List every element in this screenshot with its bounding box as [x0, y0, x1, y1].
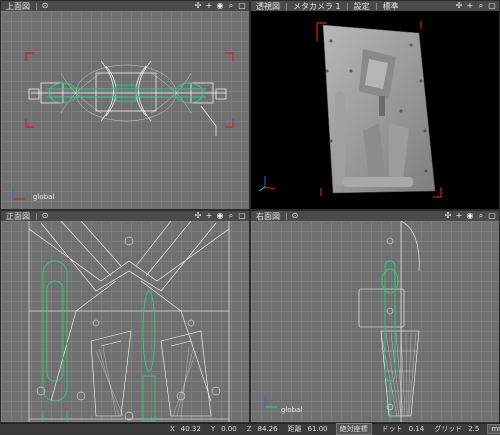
viewport-top[interactable]: 上面図 ⊙ ✣ + ◉ ⌕ ▢ global — [0, 0, 250, 210]
dot-value: 0.14 — [408, 424, 425, 433]
viewport-side[interactable]: 右面図 ⊙ ✣ + ◉ ⌕ ▢ global — [250, 210, 500, 423]
grid-label: グリッド — [434, 424, 463, 433]
maximize-icon[interactable]: ▢ — [488, 2, 496, 10]
zoom-icon[interactable]: + — [205, 212, 213, 220]
maximize-icon[interactable]: ▢ — [488, 212, 496, 220]
distance-label: 距離 — [287, 424, 302, 433]
camera-icon[interactable]: ◉ — [216, 2, 224, 10]
settings-menu[interactable]: 設定 — [352, 1, 372, 12]
move-icon[interactable]: ✣ — [444, 212, 452, 220]
move-icon[interactable]: ✣ — [455, 2, 463, 10]
grid-value: 2.5 — [468, 424, 480, 433]
viewport-front[interactable]: 正面図 ⊙ ✣ + ◉ ⌕ ▢ — [0, 210, 250, 423]
zoom-icon[interactable]: + — [466, 2, 474, 10]
settings-icon[interactable]: ⊙ — [41, 212, 49, 220]
zoom-icon[interactable]: + — [205, 2, 213, 10]
viewport-header: 正面図 ⊙ ✣ + ◉ ⌕ ▢ — [1, 211, 249, 221]
viewport-header: 上面図 ⊙ ✣ + ◉ ⌕ ▢ — [1, 1, 249, 11]
maximize-icon[interactable]: ▢ — [238, 2, 246, 10]
global-label: global — [281, 406, 303, 414]
search-icon[interactable]: ⌕ — [477, 2, 485, 10]
x-label: X — [170, 424, 175, 433]
viewport-title[interactable]: 透視図 — [254, 1, 282, 12]
search-icon[interactable]: ⌕ — [227, 212, 235, 220]
viewport-title[interactable]: 正面図 — [4, 211, 32, 222]
settings-icon[interactable]: ⊙ — [291, 212, 299, 220]
move-icon[interactable]: ✣ — [194, 2, 202, 10]
status-bar: X 40.32 Y 0.00 Z 84.26 距離 61.00 絶対座標 ドット… — [0, 422, 500, 435]
settings-icon[interactable]: ⊙ — [41, 2, 49, 10]
camera-icon[interactable]: ◉ — [216, 212, 224, 220]
search-icon[interactable]: ⌕ — [477, 212, 485, 220]
top-view-drawing — [12, 52, 234, 200]
unit-select[interactable]: mm — [487, 423, 500, 434]
y-value: 0.00 — [221, 424, 237, 433]
move-icon[interactable]: ✣ — [194, 212, 202, 220]
viewport-title[interactable]: 右面図 — [254, 211, 282, 222]
maximize-icon[interactable]: ▢ — [238, 212, 246, 220]
y-label: Y — [210, 424, 216, 433]
camera-icon[interactable]: ◉ — [466, 212, 474, 220]
side-view-drawing — [264, 221, 420, 422]
search-icon[interactable]: ⌕ — [227, 2, 235, 10]
viewport-header: 右面図 ⊙ ✣ + ◉ ⌕ ▢ — [251, 211, 499, 221]
x-value: 40.32 — [180, 424, 201, 433]
front-view-drawing — [28, 221, 230, 422]
viewport-title[interactable]: 上面図 — [4, 1, 32, 12]
distance-value: 61.00 — [307, 424, 328, 433]
z-label: Z — [246, 424, 252, 433]
camera-select[interactable]: メタカメラ 1 — [291, 1, 343, 12]
zoom-icon[interactable]: + — [455, 212, 463, 220]
viewport-perspective[interactable]: 透視図 メタカメラ 1 設定 標準 ✣ + ⌕ ▢ — [250, 0, 500, 210]
perspective-render — [258, 21, 442, 198]
z-value: 84.26 — [257, 424, 278, 433]
global-label: global — [33, 193, 55, 201]
dot-label: ドット — [381, 424, 403, 433]
standard-menu[interactable]: 標準 — [381, 1, 401, 12]
viewport-header: 透視図 メタカメラ 1 設定 標準 ✣ + ⌕ ▢ — [251, 1, 499, 11]
